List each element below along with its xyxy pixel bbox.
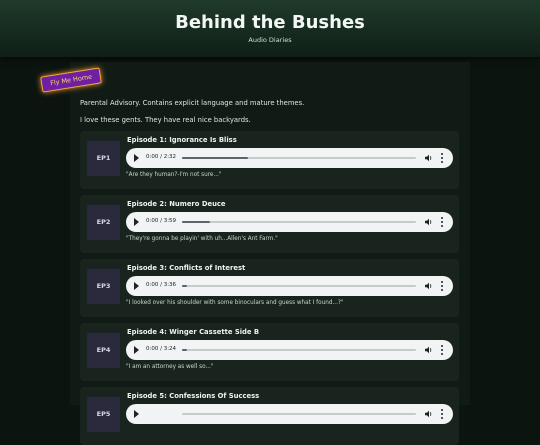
seek-bar-fill xyxy=(182,349,187,351)
seek-bar[interactable] xyxy=(182,221,416,223)
episode-badge: EP4 xyxy=(87,333,120,368)
play-icon[interactable] xyxy=(134,410,139,418)
site-subtitle: Audio Diaries xyxy=(248,36,292,44)
volume-icon[interactable] xyxy=(425,218,433,226)
audio-player[interactable]: 0:00 / 3:59 xyxy=(126,212,453,232)
audio-player[interactable]: 0:00 / 3:36 xyxy=(126,276,453,296)
episode-card: EP2 Episode 2: Numero Deuce 0:00 / 3:59 "Th… xyxy=(80,195,459,253)
seek-bar[interactable] xyxy=(182,285,416,287)
play-icon[interactable] xyxy=(134,346,139,354)
episode-card: EP4 Episode 4: Winger Cassette Side B 0:00… xyxy=(80,323,459,381)
more-options-icon[interactable] xyxy=(440,217,444,227)
episode-quote: "I looked over his shoulder with some bi… xyxy=(126,300,344,306)
episode-badge: EP5 xyxy=(87,397,120,432)
episode-title: Episode 5: Confessions Of Success xyxy=(127,392,260,400)
volume-icon[interactable] xyxy=(425,346,433,354)
site-header: Behind the Bushes Audio Diaries xyxy=(0,0,540,57)
episode-quote: "They're gonna be playin' with uh...Alle… xyxy=(126,236,278,242)
time-display: 0:00 / 3:36 xyxy=(146,282,177,288)
time-display: 0:00 / 3:24 xyxy=(146,346,177,352)
seek-bar-fill xyxy=(182,285,187,287)
episode-badge: EP3 xyxy=(87,269,120,304)
episode-title: Episode 4: Winger Cassette Side B xyxy=(127,328,260,336)
time-display: 0:00 / 2:32 xyxy=(146,154,177,160)
volume-icon[interactable] xyxy=(425,410,433,418)
episode-title: Episode 1: Ignorance Is Bliss xyxy=(127,136,237,144)
play-icon[interactable] xyxy=(134,218,139,226)
volume-icon[interactable] xyxy=(425,282,433,290)
episode-card: EP1 Episode 1: Ignorance Is Bliss 0:00 / 2… xyxy=(80,131,459,189)
more-options-icon[interactable] xyxy=(440,409,444,419)
advisory-note: Parental Advisory. Contains explicit lan… xyxy=(80,99,305,107)
audio-player[interactable]: 0:00 / 3:24 xyxy=(126,340,453,360)
episode-quote: "I am an attorney as well so..." xyxy=(126,364,214,370)
episode-title: Episode 3: Conflicts of Interest xyxy=(127,264,246,272)
play-icon[interactable] xyxy=(134,282,139,290)
site-title: Behind the Bushes xyxy=(175,12,365,33)
episode-badge: EP1 xyxy=(87,141,120,176)
more-options-icon[interactable] xyxy=(440,281,444,291)
episode-badge: EP2 xyxy=(87,205,120,240)
seek-bar[interactable] xyxy=(182,157,416,159)
episode-card: EP5 Episode 5: Confessions Of Success xyxy=(80,387,459,445)
more-options-icon[interactable] xyxy=(440,153,444,163)
volume-icon[interactable] xyxy=(425,154,433,162)
seek-bar[interactable] xyxy=(182,349,416,351)
intro-note: I love these gents. They have real nice … xyxy=(80,116,251,124)
audio-player[interactable]: 0:00 / 2:32 xyxy=(126,148,453,168)
audio-player[interactable] xyxy=(126,404,453,424)
more-options-icon[interactable] xyxy=(440,345,444,355)
episode-title: Episode 2: Numero Deuce xyxy=(127,200,226,208)
episode-quote: "Are they human?-I'm not sure..." xyxy=(126,172,222,178)
seek-bar-fill xyxy=(182,157,248,159)
seek-bar-fill xyxy=(182,221,211,223)
time-display: 0:00 / 3:59 xyxy=(146,218,177,224)
play-icon[interactable] xyxy=(134,154,139,162)
seek-bar[interactable] xyxy=(182,413,416,415)
episode-card: EP3 Episode 3: Conflicts of Interest 0:00 … xyxy=(80,259,459,317)
